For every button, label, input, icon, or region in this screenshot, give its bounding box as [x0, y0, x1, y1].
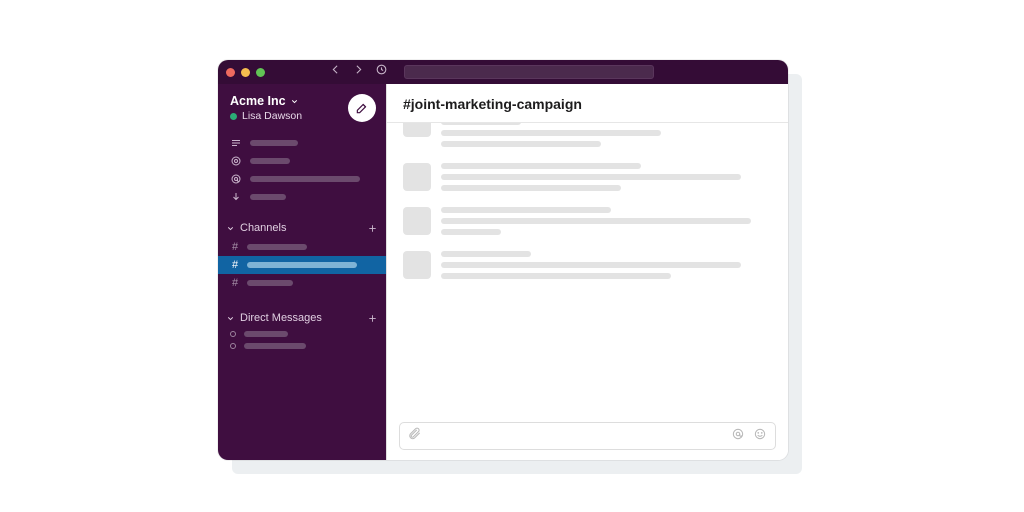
- channel-item-active[interactable]: #: [218, 256, 386, 274]
- workspace-name: Acme Inc: [230, 94, 286, 108]
- placeholder-bar: [244, 331, 288, 337]
- current-user-name: Lisa Dawson: [242, 110, 302, 122]
- channels-section-header[interactable]: Channels: [218, 216, 386, 238]
- quicklink-more[interactable]: [218, 188, 386, 206]
- message-item: [403, 251, 772, 279]
- global-search-input[interactable]: [404, 65, 654, 79]
- placeholder-bar: [244, 343, 306, 349]
- placeholder-bar: [441, 207, 611, 213]
- placeholder-bar: [250, 194, 286, 200]
- message-list: [387, 123, 788, 416]
- channel-item[interactable]: #: [218, 274, 386, 292]
- placeholder-bar: [441, 273, 671, 279]
- emoji-button[interactable]: [753, 427, 767, 446]
- minimize-window-button[interactable]: [241, 68, 250, 77]
- presence-indicator: [230, 113, 237, 120]
- placeholder-bar: [441, 130, 661, 136]
- dms-label: Direct Messages: [240, 312, 322, 324]
- history-button[interactable]: [375, 63, 388, 81]
- placeholder-bar: [250, 176, 360, 182]
- message-item: [403, 163, 772, 191]
- workspace-header[interactable]: Acme Inc Lisa Dawson: [218, 84, 386, 130]
- quicklink-mentions[interactable]: [218, 152, 386, 170]
- add-dm-button[interactable]: [367, 313, 378, 324]
- placeholder-bar: [441, 251, 531, 257]
- channels-label: Channels: [240, 222, 286, 234]
- quick-links: [218, 130, 386, 216]
- threads-icon: [230, 137, 242, 149]
- placeholder-bar: [247, 244, 307, 250]
- at-icon: [230, 173, 242, 185]
- presence-dot-icon: [230, 343, 236, 349]
- window-titlebar: [218, 60, 788, 84]
- compose-button[interactable]: [348, 94, 376, 122]
- quicklink-at[interactable]: [218, 170, 386, 188]
- dms-section-header[interactable]: Direct Messages: [218, 306, 386, 328]
- placeholder-bar: [441, 185, 621, 191]
- avatar: [403, 123, 431, 137]
- window-controls: [226, 68, 265, 77]
- quicklink-threads[interactable]: [218, 134, 386, 152]
- channel-title[interactable]: #joint-marketing-campaign: [387, 84, 788, 123]
- message-item: [403, 123, 772, 147]
- hash-icon: #: [230, 259, 240, 271]
- hash-icon: #: [230, 277, 240, 289]
- forward-button[interactable]: [352, 63, 365, 81]
- placeholder-bar: [441, 262, 741, 268]
- at-icon: [731, 427, 745, 441]
- presence-dot-icon: [230, 331, 236, 337]
- mention-button[interactable]: [731, 427, 745, 446]
- placeholder-bar: [247, 262, 357, 268]
- chevron-down-icon: [290, 97, 299, 106]
- back-button[interactable]: [329, 63, 342, 81]
- placeholder-bar: [247, 280, 293, 286]
- add-channel-button[interactable]: [367, 223, 378, 234]
- sidebar: Acme Inc Lisa Dawson: [218, 84, 386, 460]
- placeholder-bar: [441, 218, 751, 224]
- avatar: [403, 207, 431, 235]
- caret-down-icon: [226, 224, 235, 233]
- placeholder-bar: [250, 140, 298, 146]
- placeholder-bar: [441, 163, 641, 169]
- message-composer[interactable]: [399, 422, 776, 450]
- dm-item[interactable]: [218, 328, 386, 340]
- emoji-icon: [753, 427, 767, 441]
- history-nav: [329, 63, 388, 81]
- placeholder-bar: [441, 174, 741, 180]
- paperclip-icon: [408, 427, 422, 441]
- placeholder-bar: [441, 123, 521, 125]
- hash-icon: #: [230, 241, 240, 253]
- dm-item[interactable]: [218, 340, 386, 352]
- message-item: [403, 207, 772, 235]
- compose-icon: [355, 101, 369, 115]
- placeholder-bar: [441, 229, 501, 235]
- attach-button[interactable]: [408, 427, 422, 446]
- app-window: Acme Inc Lisa Dawson: [218, 60, 788, 460]
- speech-icon: [230, 155, 242, 167]
- main-panel: #joint-marketing-campaign: [386, 84, 788, 460]
- avatar: [403, 163, 431, 191]
- close-window-button[interactable]: [226, 68, 235, 77]
- zoom-window-button[interactable]: [256, 68, 265, 77]
- avatar: [403, 251, 431, 279]
- placeholder-bar: [441, 141, 601, 147]
- placeholder-bar: [250, 158, 290, 164]
- caret-down-icon: [226, 314, 235, 323]
- channel-item[interactable]: #: [218, 238, 386, 256]
- download-icon: [230, 191, 242, 203]
